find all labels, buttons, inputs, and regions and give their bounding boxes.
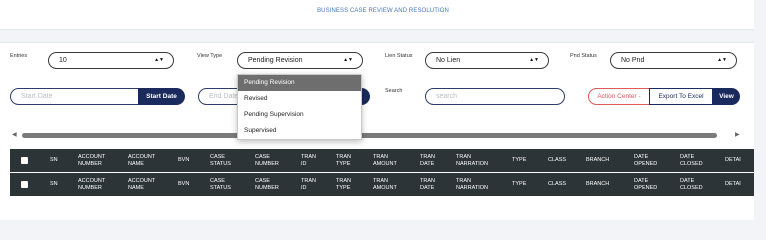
column-header: TRAN DATE <box>420 154 435 167</box>
lien-status-select[interactable]: No Lien ▲▼ <box>425 52 549 69</box>
view-type-value: Pending Revision <box>248 57 303 64</box>
select-all-checkbox[interactable] <box>21 181 28 188</box>
table-header-row: SN ACCOUNT NUMBER ACCOUNT NAME BVN CASE … <box>10 149 754 172</box>
column-header: ACCOUNT NUMBER <box>78 154 106 167</box>
column-header: TRAN AMOUNT <box>373 178 397 191</box>
scroll-left-icon[interactable]: ◀ <box>12 131 17 138</box>
column-header: CLASS <box>548 181 567 188</box>
entries-select[interactable]: 10 ▲▼ <box>48 52 174 69</box>
pnd-status-select[interactable]: No Pnd ▲▼ <box>610 52 737 69</box>
column-header: BVN <box>178 181 190 188</box>
column-header: DATE CLOSED <box>680 178 703 191</box>
view-type-dropdown: Pending Revision Revised Pending Supervi… <box>237 74 362 140</box>
column-header: TRAN TYPE <box>336 178 351 191</box>
view-button[interactable]: View <box>713 88 740 105</box>
pnd-status-label: Pnd Status <box>570 53 597 59</box>
column-header: CLASS <box>548 157 567 164</box>
search-placeholder: search <box>436 93 458 100</box>
export-to-excel-button[interactable]: Export To Excel <box>649 88 713 105</box>
table-header-row: SN ACCOUNT NUMBER ACCOUNT NAME BVN CASE … <box>10 173 754 196</box>
column-header: DATE CLOSED <box>680 154 703 167</box>
column-header: TRAN AMOUNT <box>373 154 397 167</box>
lien-status-value: No Lien <box>436 57 461 64</box>
chevron-updown-icon: ▲▼ <box>529 57 539 63</box>
column-header: DATE OPENED <box>634 154 658 167</box>
action-center-label: Action Center <box>597 93 637 100</box>
column-header: DATE OPENED <box>634 178 658 191</box>
column-header: TYPE <box>512 181 527 188</box>
column-header: SN <box>50 157 58 164</box>
column-header: TRAN NARRATION <box>456 178 488 191</box>
pnd-status-value: No Pnd <box>621 57 645 64</box>
column-header: TRAN ID <box>301 154 316 167</box>
lien-status-label: Lien Status <box>385 53 413 59</box>
column-header: CASE STATUS <box>210 178 231 191</box>
search-label: Search <box>385 88 403 94</box>
view-type-option[interactable]: Pending Revision <box>238 75 361 91</box>
action-center-button[interactable]: Action Center - <box>588 88 650 105</box>
column-header: SN <box>50 181 58 188</box>
scroll-right-icon[interactable]: ▶ <box>735 131 740 138</box>
view-type-label: View Type <box>197 53 223 59</box>
end-date-placeholder: End Date <box>209 93 239 100</box>
column-header: BRANCH <box>586 157 610 164</box>
chevron-updown-icon: ▲▼ <box>717 57 727 63</box>
column-header: CASE NUMBER <box>255 178 279 191</box>
column-header: TYPE <box>512 157 527 164</box>
view-type-select[interactable]: Pending Revision ▲▼ <box>237 52 363 69</box>
start-date-placeholder: Start Date <box>21 93 53 100</box>
column-header: TRAN NARRATION <box>456 154 488 167</box>
column-header: CASE STATUS <box>210 154 231 167</box>
entries-label: Entries <box>10 53 28 59</box>
chevron-updown-icon: ▲▼ <box>343 57 353 63</box>
select-all-checkbox[interactable] <box>21 157 28 164</box>
dropdown-dash-icon: - <box>638 93 641 100</box>
column-header: BRANCH <box>586 181 610 188</box>
column-header: CASE NUMBER <box>255 154 279 167</box>
column-header: TRAN DATE <box>420 178 435 191</box>
horizontal-scrollbar[interactable] <box>22 133 717 138</box>
page-banner-title: BUSINESS CASE REVIEW AND RESOLUTION <box>317 8 449 14</box>
chevron-updown-icon: ▲▼ <box>154 57 164 63</box>
view-type-option[interactable]: Revised <box>238 91 361 107</box>
start-date-input[interactable]: Start Date <box>10 88 140 105</box>
column-header: ACCOUNT NAME <box>128 178 156 191</box>
entries-value: 10 <box>59 57 67 64</box>
search-input[interactable]: search <box>425 88 565 105</box>
column-header: DETAI <box>725 157 741 164</box>
view-type-option[interactable]: Pending Supervision <box>238 107 361 123</box>
column-header: ACCOUNT NAME <box>128 154 156 167</box>
start-date-button[interactable]: Start Date <box>138 88 185 105</box>
column-header: DETAI <box>725 181 741 188</box>
column-header: TRAN TYPE <box>336 154 351 167</box>
column-header: ACCOUNT NUMBER <box>78 178 106 191</box>
column-header: TRAN ID <box>301 178 316 191</box>
column-header: BVN <box>178 157 190 164</box>
view-type-option[interactable]: Supervised <box>238 123 361 139</box>
top-card <box>0 0 754 30</box>
